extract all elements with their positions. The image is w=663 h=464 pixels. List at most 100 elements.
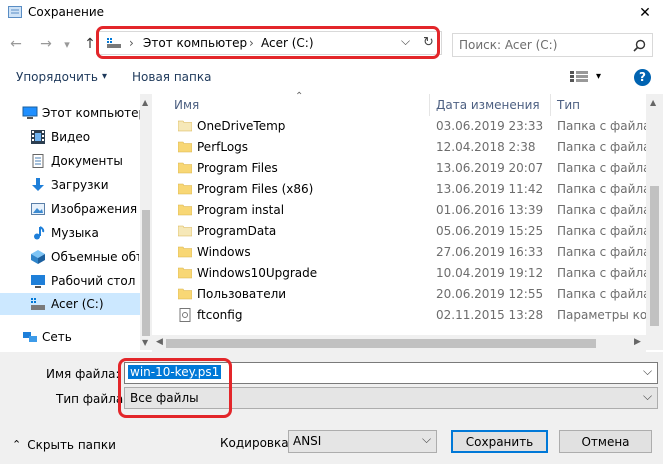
sidebar-item-label: Музыка: [51, 226, 99, 240]
folder-icon: [177, 140, 193, 153]
search-placeholder: Поиск: Acer (C:): [459, 38, 558, 52]
table-row[interactable]: Пользователи 20.06.2019 12:55 Папка с файл…: [152, 284, 663, 305]
column-header-type[interactable]: Тип: [557, 94, 580, 116]
table-row[interactable]: Program Files 13.06.2019 20:07 Папка с фай…: [152, 158, 663, 179]
recent-locations-button[interactable]: ▾: [60, 34, 74, 54]
address-highlight: [96, 26, 440, 59]
file-date: 13.06.2019 11:42: [436, 182, 544, 196]
file-name: Пользователи: [197, 287, 287, 301]
file-list-scrollbar[interactable]: ▲: [646, 94, 663, 350]
sidebar-item-drive-c[interactable]: Acer (C:): [0, 293, 140, 315]
sidebar-item-label: Рабочий стол: [51, 274, 136, 288]
file-name: Program instal: [197, 203, 285, 217]
table-row[interactable]: ftconfig 02.11.2015 13:28 Параметры конф: [152, 305, 663, 326]
sidebar-item-music[interactable]: Музыка: [0, 222, 140, 244]
3d-objects-icon: [31, 250, 45, 264]
chevron-down-icon: ⌵: [422, 432, 432, 446]
sidebar-item-images[interactable]: Изображения: [0, 198, 140, 220]
chevron-down-icon: ⌵: [643, 389, 653, 403]
drive-icon: [31, 297, 45, 311]
music-icon: [31, 226, 45, 240]
navigation-pane: Этот компьютер Видео Документы Загрузки …: [0, 94, 152, 350]
encoding-select[interactable]: ANSI ⌵: [288, 430, 437, 453]
new-folder-button[interactable]: Новая папка: [132, 70, 211, 84]
scroll-left-icon: ◀: [156, 337, 163, 347]
desktop-icon: [31, 274, 45, 288]
table-row[interactable]: Windows 27.06.2019 16:33 Папка с файлами: [152, 242, 663, 263]
table-row[interactable]: ProgramData 05.06.2019 15:25 Папка с файла…: [152, 221, 663, 242]
file-name: ftconfig: [197, 308, 243, 322]
file-date: 03.06.2019 23:33: [436, 119, 544, 133]
sidebar-item-label: Acer (C:): [51, 297, 104, 311]
view-list-icon: [570, 71, 588, 82]
chevron-down-icon[interactable]: ⌵: [643, 364, 652, 379]
notepad-app-icon: [8, 6, 22, 18]
sort-up-icon: ⌃: [295, 91, 304, 102]
scrollbar-thumb[interactable]: [650, 186, 659, 326]
filetype-label: Тип файла:: [56, 392, 128, 406]
folder-icon: [177, 182, 193, 195]
scrollbar-thumb[interactable]: [142, 210, 150, 336]
file-name: Program Files: [197, 161, 278, 175]
documents-icon: [31, 154, 45, 168]
forward-button[interactable]: →: [36, 34, 56, 54]
save-form: Имя файла: win-10-key.ps1 ⌵ Тип файла: В…: [0, 352, 663, 464]
scroll-down-icon: ▼: [142, 338, 149, 347]
sidebar-item-label: Документы: [51, 154, 123, 168]
table-row[interactable]: PerfLogs 12.04.2018 2:38 Папка с файлами: [152, 137, 663, 158]
cancel-button[interactable]: Отмена: [559, 430, 652, 453]
file-name: Program Files (x86): [197, 182, 314, 196]
view-button[interactable]: ▾: [570, 70, 601, 83]
file-name: OneDriveTemp: [197, 119, 286, 133]
filename-label: Имя файла:: [46, 367, 120, 381]
video-icon: [31, 130, 45, 144]
encoding-label: Кодировка:: [220, 436, 293, 450]
save-button[interactable]: Сохранить: [451, 430, 548, 453]
file-name: PerfLogs: [197, 140, 249, 154]
navigation-scrollbar[interactable]: ▲ ▼: [140, 94, 152, 350]
horizontal-scrollbar[interactable]: ◀ ▶: [152, 335, 646, 352]
sidebar-item-desktop[interactable]: Рабочий стол: [0, 270, 140, 292]
sidebar-item-this-pc[interactable]: Этот компьютер: [0, 102, 140, 124]
config-file-icon: [178, 308, 192, 322]
network-icon: [22, 330, 37, 344]
up-arrow-icon: ↑: [84, 36, 96, 52]
scrollbar-thumb[interactable]: [166, 339, 596, 348]
close-button[interactable]: ✕: [627, 0, 663, 26]
encoding-value: ANSI: [293, 434, 322, 448]
forward-arrow-icon: →: [40, 36, 52, 52]
images-icon: [31, 202, 45, 216]
sidebar-item-label: Видео: [51, 130, 91, 144]
sidebar-item-video[interactable]: Видео: [0, 126, 140, 148]
table-row[interactable]: Program instal 01.06.2016 13:39 Папка с фа…: [152, 200, 663, 221]
downloads-icon: [31, 178, 45, 192]
sidebar-item-3d-objects[interactable]: Объемные объ: [0, 246, 140, 268]
column-header-date[interactable]: Дата изменения: [436, 94, 540, 116]
file-date: 01.06.2016 13:39: [436, 203, 544, 217]
computer-icon: [22, 106, 38, 120]
sidebar-item-downloads[interactable]: Загрузки: [0, 174, 140, 196]
sidebar-item-network[interactable]: Сеть: [0, 326, 140, 348]
sidebar-item-documents[interactable]: Документы: [0, 150, 140, 172]
column-header-name[interactable]: Имя: [174, 94, 199, 116]
search-input[interactable]: Поиск: Acer (C:): [452, 33, 653, 57]
back-arrow-icon: ←: [10, 36, 22, 52]
folder-icon: [177, 224, 193, 237]
help-icon: ?: [639, 70, 646, 84]
table-row[interactable]: Windows10Upgrade 10.04.2019 19:12 Папка с …: [152, 263, 663, 284]
file-date: 10.04.2019 19:12: [436, 266, 544, 280]
hide-folders-button[interactable]: ⌃ Скрыть папки: [12, 438, 116, 452]
folder-icon: [177, 161, 193, 174]
sidebar-item-label: Загрузки: [51, 178, 109, 192]
column-divider: [429, 94, 430, 116]
organize-button[interactable]: Упорядочить ▾: [16, 70, 107, 84]
table-row[interactable]: Program Files (x86) 13.06.2019 11:42 Папка…: [152, 179, 663, 200]
table-row[interactable]: OneDriveTemp 03.06.2019 23:33 Папка с файл…: [152, 116, 663, 137]
command-bar: Упорядочить ▾ Новая папка ▾ ?: [0, 64, 663, 92]
scroll-right-icon: ▶: [634, 337, 641, 347]
help-button[interactable]: ?: [634, 69, 651, 86]
title-bar: Сохранение ✕: [0, 0, 663, 26]
chevron-up-icon: ⌃: [12, 438, 22, 451]
file-date: 13.06.2019 20:07: [436, 161, 544, 175]
back-button[interactable]: ←: [6, 34, 26, 54]
